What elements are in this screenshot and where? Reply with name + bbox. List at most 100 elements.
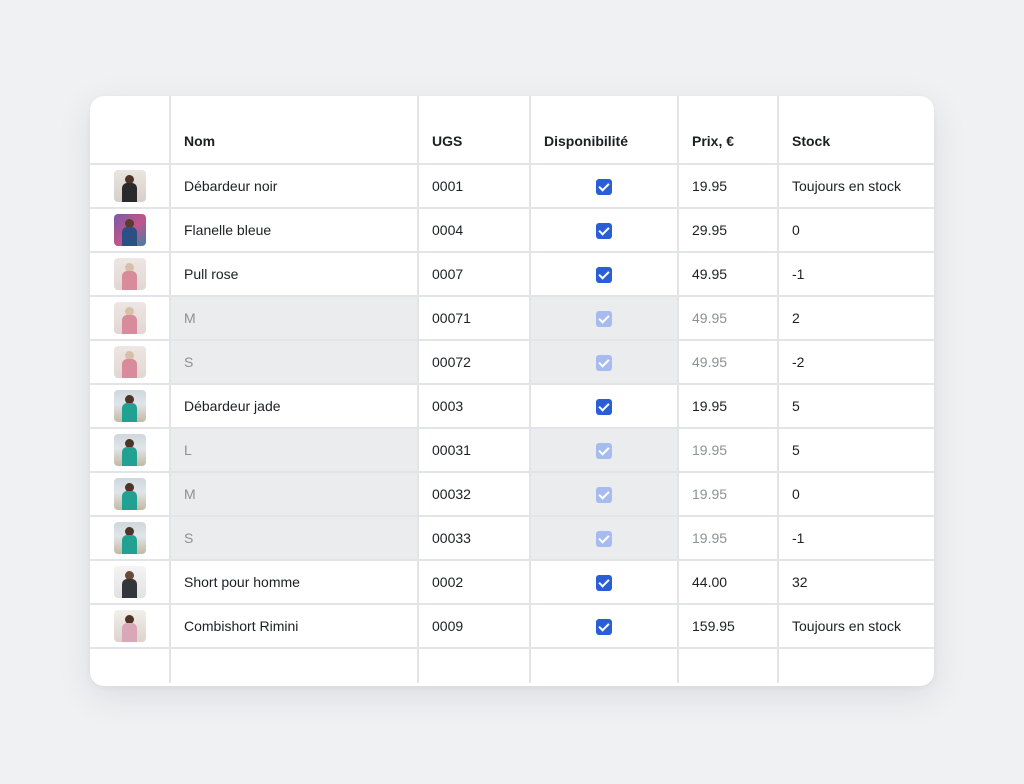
column-header-sku[interactable]: UGS [418,96,531,165]
stock-cell[interactable]: Toujours en stock [778,164,934,209]
column-header-thumbnail [90,96,171,165]
price-cell[interactable]: 49.95 [678,252,779,297]
availability-cell [530,164,679,209]
column-header-stock[interactable]: Stock [778,96,934,165]
column-header-availability[interactable]: Disponibilité [530,96,679,165]
sku-cell[interactable]: 00032 [418,472,531,517]
thumbnail-cell [90,516,171,561]
thumbnail-cell [90,384,171,429]
sku-cell[interactable]: 00071 [418,296,531,341]
thumbnail-cell [90,164,171,209]
availability-checkbox[interactable] [596,222,612,239]
availability-cell [530,252,679,297]
table-row[interactable]: Short pour homme 0002 44.00 32 [90,560,934,605]
sku-cell[interactable]: 0001 [418,164,531,209]
stock-cell[interactable]: 0 [778,208,934,253]
stock-cell[interactable]: Toujours en stock [778,604,934,649]
variant-row[interactable]: M 00032 19.95 0 [90,472,934,517]
thumbnail-cell [90,472,171,517]
empty-cell[interactable] [678,648,779,683]
thumbnail-cell [90,560,171,605]
sku-cell[interactable]: 0007 [418,252,531,297]
blue-flannel-thumbnail [113,214,146,246]
empty-cell[interactable] [778,648,934,683]
table-row[interactable]: Combishort Rimini 0009 159.95 Toujours e… [90,604,934,649]
availability-cell [530,516,679,561]
product-name-cell[interactable]: Flanelle bleue [170,208,419,253]
pink-sweater-thumbnail [113,258,146,290]
product-name-cell[interactable]: Combishort Rimini [170,604,419,649]
column-header-price[interactable]: Prix, € [678,96,779,165]
availability-cell [530,296,679,341]
thumbnail-cell [90,252,171,297]
table-header-row: Nom UGS Disponibilité Prix, € Stock [90,96,934,165]
availability-cell [530,604,679,649]
stock-cell[interactable]: 5 [778,384,934,429]
product-name-cell[interactable]: Short pour homme [170,560,419,605]
stock-cell[interactable]: -1 [778,252,934,297]
table-row[interactable]: Flanelle bleue 0004 29.95 0 [90,208,934,253]
table-row[interactable]: Débardeur noir 0001 19.95 Toujours en st… [90,164,934,209]
jade-tank-top-thumbnail [113,478,146,510]
price-cell[interactable]: 19.95 [678,164,779,209]
price-cell: 19.95 [678,428,779,473]
jade-tank-top-thumbnail [113,522,146,554]
sku-cell[interactable]: 0003 [418,384,531,429]
sku-cell[interactable]: 0002 [418,560,531,605]
empty-cell[interactable] [418,648,531,683]
availability-checkbox-disabled [596,442,612,459]
thumbnail-cell [90,604,171,649]
stock-cell[interactable]: -2 [778,340,934,385]
product-name-cell[interactable]: Pull rose [170,252,419,297]
variant-row[interactable]: L 00031 19.95 5 [90,428,934,473]
variant-row[interactable]: S 00033 19.95 -1 [90,516,934,561]
availability-checkbox-disabled [596,310,612,327]
sku-cell[interactable]: 0009 [418,604,531,649]
price-cell[interactable]: 29.95 [678,208,779,253]
stock-cell[interactable]: 32 [778,560,934,605]
empty-cell[interactable] [530,648,679,683]
price-cell[interactable]: 19.95 [678,384,779,429]
availability-checkbox[interactable] [596,398,612,415]
jade-tank-top-thumbnail [113,390,146,422]
product-name-cell[interactable]: Débardeur noir [170,164,419,209]
table-row[interactable]: Débardeur jade 0003 19.95 5 [90,384,934,429]
stock-cell[interactable]: 0 [778,472,934,517]
variant-name-cell: L [170,428,419,473]
variant-name-cell: M [170,472,419,517]
stock-cell[interactable]: 5 [778,428,934,473]
product-table-card: Nom UGS Disponibilité Prix, € Stock Déba… [90,96,934,686]
availability-cell [530,340,679,385]
stock-cell[interactable]: 2 [778,296,934,341]
price-cell: 19.95 [678,516,779,561]
product-name-cell[interactable]: Débardeur jade [170,384,419,429]
price-cell[interactable]: 159.95 [678,604,779,649]
price-cell: 19.95 [678,472,779,517]
availability-checkbox-disabled [596,486,612,503]
price-cell: 49.95 [678,340,779,385]
availability-checkbox[interactable] [596,574,612,591]
variant-row[interactable]: S 00072 49.95 -2 [90,340,934,385]
thumbnail-cell [90,208,171,253]
price-cell[interactable]: 44.00 [678,560,779,605]
availability-cell [530,560,679,605]
sku-cell[interactable]: 00072 [418,340,531,385]
sku-cell[interactable]: 00031 [418,428,531,473]
availability-checkbox-disabled [596,530,612,547]
pink-sweater-thumbnail [113,346,146,378]
variant-row[interactable]: M 00071 49.95 2 [90,296,934,341]
availability-checkbox[interactable] [596,178,612,195]
sku-cell[interactable]: 0004 [418,208,531,253]
availability-checkbox[interactable] [596,618,612,635]
availability-cell [530,472,679,517]
empty-new-row[interactable] [90,648,934,683]
table-row[interactable]: Pull rose 0007 49.95 -1 [90,252,934,297]
variant-name-cell: S [170,516,419,561]
empty-cell[interactable] [170,648,419,683]
availability-checkbox[interactable] [596,266,612,283]
availability-cell [530,384,679,429]
empty-cell [90,648,171,683]
sku-cell[interactable]: 00033 [418,516,531,561]
stock-cell[interactable]: -1 [778,516,934,561]
column-header-name[interactable]: Nom [170,96,419,165]
